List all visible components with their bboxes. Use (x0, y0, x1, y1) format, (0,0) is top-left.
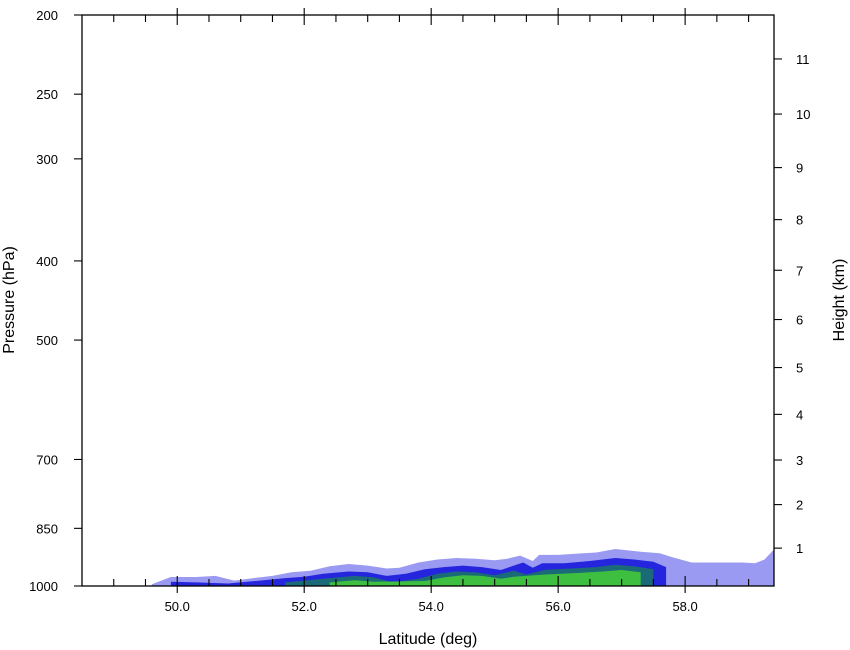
x-tick-label: 54.0 (419, 599, 444, 614)
right-tick-label: 6 (796, 313, 803, 328)
right-tick-label: 3 (796, 453, 803, 468)
plot-frame (81, 14, 775, 587)
y-tick-label: 850 (36, 521, 58, 536)
right-axis-title: Height (km) (831, 259, 848, 342)
y-tick-label: 400 (36, 254, 58, 269)
cross-section-chart: 50.0 52.0 54.0 56.0 58.020025030040050070085… (1, 8, 848, 648)
y-tick-label: 300 (36, 152, 58, 167)
y-tick-label: 250 (36, 87, 58, 102)
right-tick-label: 4 (796, 407, 803, 422)
right-tick-label: 2 (796, 498, 803, 513)
x-axis-title: Latitude (deg) (379, 631, 478, 648)
right-tick-label: 1 (796, 541, 803, 556)
right-tick-label: 7 (796, 263, 803, 278)
right-tick-label: 9 (796, 161, 803, 176)
y-axis-title: Pressure (hPa) (1, 246, 18, 354)
x-tick-label: 50.0 (165, 599, 190, 614)
right-tick-label: 11 (796, 52, 810, 67)
right-tick-label: 10 (796, 107, 810, 122)
y-tick-label: 700 (36, 452, 58, 467)
x-tick-label: 58.0 (672, 599, 697, 614)
axis-ticks (74, 8, 782, 593)
right-tick-label: 5 (796, 361, 803, 376)
y-tick-label: 200 (36, 8, 58, 23)
y-tick-label: 500 (36, 333, 58, 348)
x-tick-label: 52.0 (292, 599, 317, 614)
x-tick-label: 56.0 (545, 599, 570, 614)
right-tick-label: 8 (796, 213, 803, 228)
tick-labels: 50.0 52.0 54.0 56.0 58.020025030040050070085… (29, 8, 810, 614)
y-tick-label: 1000 (29, 579, 58, 594)
